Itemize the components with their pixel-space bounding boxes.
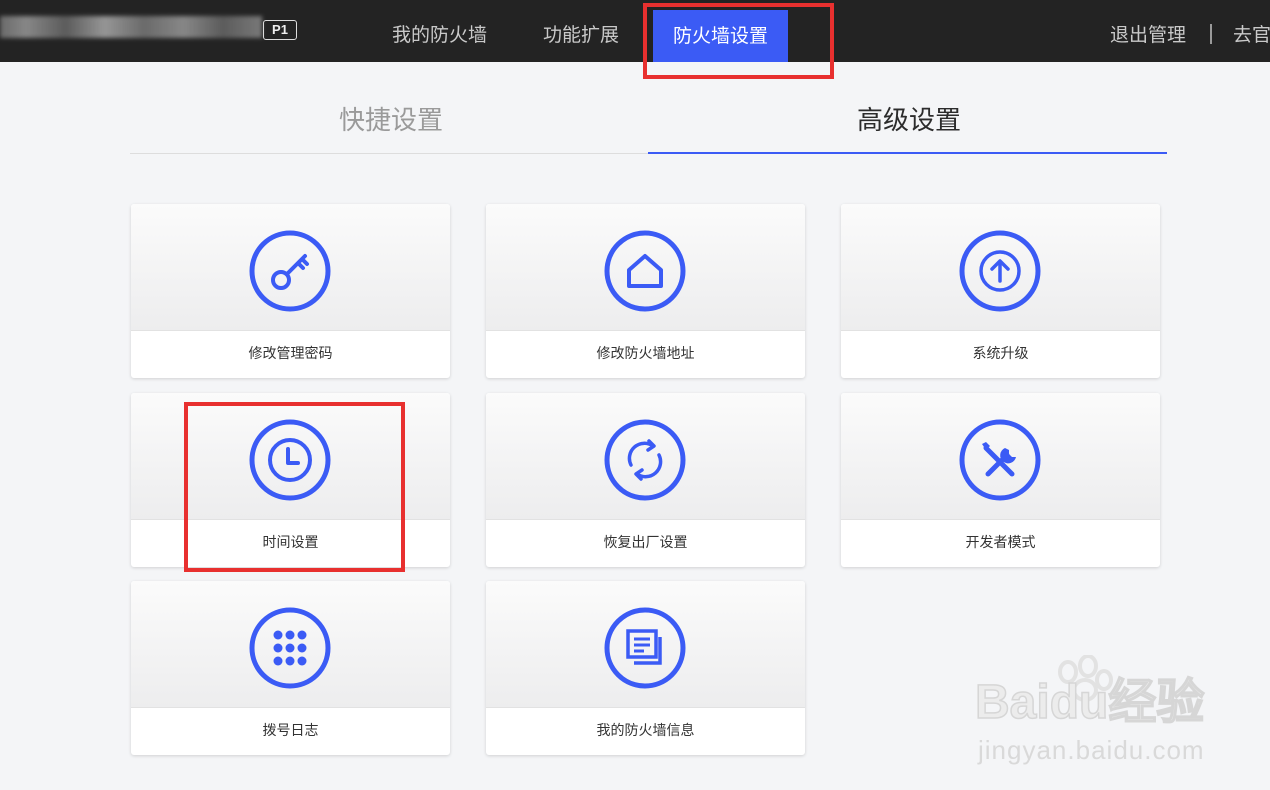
- card-change-firewall-address[interactable]: 修改防火墙地址: [486, 204, 805, 378]
- tab-quick-settings[interactable]: 快捷设置: [339, 100, 443, 137]
- card-system-upgrade[interactable]: 系统升级: [841, 204, 1160, 378]
- watermark-url: jingyan.baidu.com: [978, 735, 1205, 765]
- card-icon-area: [131, 204, 450, 331]
- nav-extensions[interactable]: 功能扩展: [543, 0, 619, 62]
- arrow-up-icon: [959, 230, 1041, 312]
- card-dial-log[interactable]: 拨号日志: [131, 581, 450, 755]
- card-icon-area: [486, 581, 805, 708]
- card-icon-area: [841, 393, 1160, 520]
- dialpad-icon: [249, 607, 331, 689]
- card-factory-reset[interactable]: 恢复出厂设置: [486, 393, 805, 567]
- card-firewall-info[interactable]: 我的防火墙信息: [486, 581, 805, 755]
- card-developer-mode[interactable]: 开发者模式: [841, 393, 1160, 567]
- card-icon-area: [486, 393, 805, 520]
- card-change-password[interactable]: 修改管理密码: [131, 204, 450, 378]
- top-bar: P1 我的防火墙 功能扩展 防火墙设置 退出管理 去官: [0, 0, 1270, 62]
- key-icon: [249, 230, 331, 312]
- highlight-box-nav: [643, 3, 834, 79]
- documents-icon: [604, 607, 686, 689]
- card-icon-area: [841, 204, 1160, 331]
- model-badge: P1: [263, 20, 297, 40]
- card-icon-area: [131, 581, 450, 708]
- official-site-link[interactable]: 去官: [1233, 0, 1270, 70]
- watermark-brand: Baidu经验: [975, 676, 1204, 729]
- divider: [1210, 24, 1212, 44]
- brand-logo[interactable]: [0, 14, 262, 40]
- tab-active-indicator: [648, 152, 1167, 154]
- card-label: 修改防火墙地址: [596, 346, 695, 362]
- card-label: 我的防火墙信息: [596, 723, 695, 739]
- refresh-icon: [604, 419, 686, 501]
- highlight-box-time-settings: [184, 402, 405, 572]
- tools-icon: [959, 419, 1041, 501]
- card-label: 拨号日志: [262, 723, 319, 739]
- blurred-logo: [0, 16, 262, 38]
- home-icon: [604, 230, 686, 312]
- card-label: 恢复出厂设置: [603, 535, 688, 551]
- card-label: 系统升级: [972, 346, 1029, 362]
- tab-underline: [130, 153, 648, 154]
- card-label: 开发者模式: [965, 535, 1036, 551]
- logout-link[interactable]: 退出管理: [1110, 0, 1186, 70]
- card-icon-area: [486, 204, 805, 331]
- tab-advanced-settings[interactable]: 高级设置: [857, 100, 961, 137]
- nav-my-firewall[interactable]: 我的防火墙: [392, 0, 487, 62]
- card-label: 修改管理密码: [248, 346, 333, 362]
